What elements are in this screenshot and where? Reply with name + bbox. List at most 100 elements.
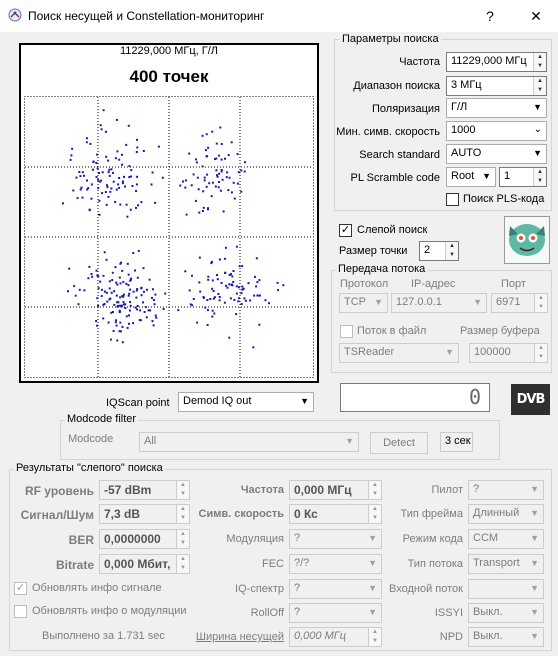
fec-select[interactable]: ?/? ▼	[289, 554, 382, 574]
reader-select[interactable]: TSReader ▼	[339, 343, 459, 363]
pilot-label: Пилот	[431, 484, 463, 496]
constellation-point	[240, 169, 243, 172]
constellation-point	[128, 165, 131, 168]
constellation-point	[104, 191, 107, 193]
polarization-select[interactable]: Г/Л ▼	[446, 98, 547, 118]
port-header: Порт	[501, 278, 526, 290]
constellation-point	[126, 262, 129, 265]
rolloff-select[interactable]: ? ▼	[289, 603, 382, 623]
snr-value: 7,3 dB ▲ ▼	[99, 504, 190, 524]
constellation-point	[227, 189, 230, 192]
constellation-point	[223, 257, 226, 260]
constellation-point	[140, 286, 143, 289]
constellation-point	[127, 294, 130, 297]
pls-search-checkbox[interactable]	[446, 193, 459, 206]
constellation-point	[117, 183, 120, 186]
pl-scramble-label: PL Scramble code	[350, 172, 440, 184]
constellation-point	[218, 181, 220, 183]
constellation-point	[122, 301, 125, 304]
constellation-point	[77, 303, 80, 306]
constellation-point	[103, 251, 106, 254]
constellation-point	[62, 202, 64, 205]
stream-type-select[interactable]: Transport ▼	[468, 554, 544, 574]
constellation-point	[228, 176, 231, 179]
constellation-point	[135, 206, 137, 209]
update-signal-label: Обновлять инфо сигнале	[32, 582, 162, 594]
frequency-input[interactable]: 11229,000 МГц ▲ ▼	[446, 52, 547, 72]
constellation-point	[102, 317, 105, 320]
detect-button[interactable]: Detect	[370, 432, 428, 454]
iq-spectrum-label: IQ-спектр	[235, 583, 284, 595]
constellation-point	[86, 179, 88, 182]
search-range-input[interactable]: 3 МГц ▲ ▼	[446, 76, 547, 96]
constellation-point	[140, 294, 143, 297]
iqscan-select[interactable]: Demod IQ out ▼	[178, 392, 314, 412]
carrier-bandwidth-link[interactable]: Ширина несущей	[192, 631, 284, 643]
update-modulation-checkbox[interactable]	[14, 605, 27, 618]
constellation-point	[154, 314, 157, 317]
chevron-down-icon: ▼	[530, 558, 539, 568]
pl-scramble-mode-select[interactable]: Root ▼	[446, 167, 496, 187]
iq-spectrum-select[interactable]: ? ▼	[289, 579, 382, 599]
constellation-point	[184, 186, 187, 189]
constellation-point	[115, 281, 118, 284]
stream-to-file-checkbox[interactable]	[340, 325, 353, 338]
constellation-point	[130, 175, 132, 178]
constellation-point	[91, 168, 94, 171]
modulation-select[interactable]: ? ▼	[289, 529, 382, 549]
constellation-point	[116, 339, 119, 342]
issyi-select[interactable]: Выкл. ▼	[468, 603, 544, 623]
buffer-size-input[interactable]: 100000 ▲ ▼	[469, 343, 548, 363]
chevron-down-icon: ▼	[374, 297, 383, 307]
constellation-point	[129, 304, 132, 307]
constellation-point	[220, 282, 223, 284]
protocol-select[interactable]: TCP ▼	[339, 293, 388, 313]
constellation-point	[191, 274, 193, 277]
constellation-point	[96, 297, 99, 300]
constellation-point	[203, 176, 206, 179]
constellation-point	[69, 158, 72, 161]
ip-address-select[interactable]: 127.0.0.1 ▼	[391, 293, 487, 313]
constellation-point	[111, 271, 114, 274]
modcode-select[interactable]: All ▼	[139, 432, 359, 452]
constellation-point	[90, 197, 93, 200]
input-stream-select[interactable]: ▼	[468, 579, 544, 599]
update-modulation-label: Обновлять инфо о модуляции	[32, 605, 187, 617]
search-standard-select[interactable]: AUTO ▼	[446, 144, 547, 164]
snr-label: Сигнал/Шум	[20, 508, 94, 522]
frame-type-select[interactable]: Длинный ▼	[468, 504, 544, 524]
constellation-point	[195, 161, 198, 164]
pl-scramble-code-input[interactable]: 1 ▲ ▼	[499, 167, 547, 187]
constellation-point	[96, 153, 99, 156]
bitrate-value: 0,000 Мбит, ▲ ▼	[99, 554, 190, 574]
code-mode-select[interactable]: CCM ▼	[468, 529, 544, 549]
mascot-avatar-icon[interactable]	[504, 216, 550, 264]
close-button[interactable]: ✕	[526, 6, 546, 26]
detect-seconds-input[interactable]: 3 сек	[440, 432, 473, 452]
constellation-point	[211, 287, 214, 290]
constellation-point	[97, 304, 100, 307]
pilot-select[interactable]: ? ▼	[468, 480, 544, 500]
update-signal-checkbox[interactable]: ✓	[14, 582, 27, 595]
help-button[interactable]: ?	[480, 6, 500, 26]
constellation-point	[228, 336, 231, 339]
constellation-point	[224, 272, 227, 274]
constellation-point	[207, 275, 210, 278]
port-input[interactable]: 6971 ▲ ▼	[491, 293, 548, 313]
npd-select[interactable]: Выкл. ▼	[468, 627, 544, 647]
constellation-point	[106, 186, 109, 189]
constellation-point	[258, 294, 261, 297]
constellation-point	[98, 213, 101, 216]
constellation-point	[213, 296, 216, 299]
constellation-point	[216, 274, 218, 276]
constellation-point	[124, 185, 126, 188]
constellation-point	[224, 157, 226, 160]
constellation-point	[89, 142, 92, 145]
blind-search-checkbox[interactable]: ✓	[339, 224, 352, 237]
constellation-point	[228, 283, 231, 286]
min-symrate-select[interactable]: 1000 ⌄	[446, 121, 547, 141]
point-size-input[interactable]: 2 ▲ ▼	[419, 241, 459, 261]
constellation-point	[199, 290, 202, 293]
constellation-point	[137, 249, 140, 252]
constellation-point	[240, 190, 243, 193]
